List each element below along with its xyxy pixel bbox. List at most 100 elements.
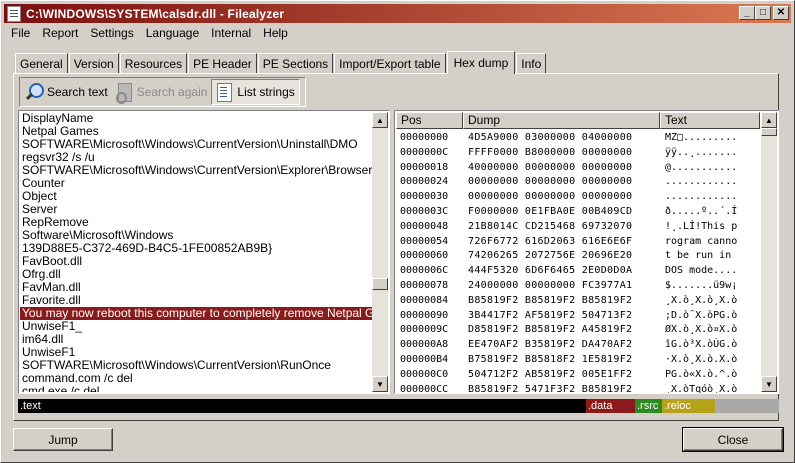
string-item[interactable]: Server	[20, 203, 372, 216]
hex-row[interactable]: 0000009C D85819F2 B85819F2 A45819F2 ØX.ò¸X…	[396, 323, 760, 338]
hex-dump-cell: 444F5320 6D6F6465 2E0D0D0A	[468, 265, 633, 277]
string-item[interactable]: FavMan.dll	[20, 281, 372, 294]
hex-pos-cell: 00000048	[400, 220, 449, 232]
string-item[interactable]: SOFTWARE\Microsoft\Windows\CurrentVersio…	[20, 164, 372, 177]
section-segment[interactable]: .reloc	[662, 399, 715, 413]
strings-list-box[interactable]: DisplayName Netpal Games SOFTWARE\Microsof…	[18, 110, 390, 394]
section-segment[interactable]: .text	[18, 399, 586, 413]
scroll-down-button[interactable]: ▼	[761, 376, 777, 392]
menu-file[interactable]: File	[5, 26, 36, 40]
string-item[interactable]: Favorite.dll	[20, 294, 372, 307]
minimize-button[interactable]: _	[739, 6, 755, 20]
hex-row[interactable]: 000000CC B85819F2 5471F3F2 B85819F2 ¸X.òTq…	[396, 383, 760, 393]
hex-row[interactable]: 00000048 21B8014C CD215468 69732070 !¸.LÍ!…	[396, 220, 760, 235]
hex-row[interactable]: 00000054 726F6772 616D2063 616E6E6F rogram…	[396, 235, 760, 250]
hex-view[interactable]: Pos Dump Text 00000000 4D5A9000 03000000 …	[394, 110, 779, 394]
scroll-thumb[interactable]	[761, 128, 777, 136]
hex-row[interactable]: 000000A8 EE470AF2 B35819F2 DA470AF2 îG.ò³X…	[396, 338, 760, 353]
hex-scrollbar[interactable]: ▲ ▼	[761, 112, 777, 392]
title-bar[interactable]: C:\WINDOWS\SYSTEM\calsdr.dll - Filealyze…	[4, 4, 791, 23]
column-header-pos[interactable]: Pos	[396, 112, 463, 129]
menu-language[interactable]: Language	[140, 26, 205, 40]
list-icon	[214, 82, 234, 102]
hex-row[interactable]: 00000078 24000000 00000000 FC3977A1 $.....…	[396, 279, 760, 294]
string-item[interactable]: Software\Microsoft\Windows	[20, 229, 372, 242]
section-segment[interactable]: .rsrc	[635, 399, 662, 413]
tab-pe-header[interactable]: PE Header	[188, 53, 257, 73]
hex-text-cell: ·X.ò¸X.ò.X.ò	[665, 353, 738, 365]
hex-rows[interactable]: 00000000 4D5A9000 03000000 04000000 MZ□...…	[396, 131, 760, 393]
list-strings-button[interactable]: List strings	[211, 79, 300, 105]
hex-row[interactable]: 0000006C 444F5320 6D6F6465 2E0D0D0A DOS mo…	[396, 264, 760, 279]
tab-pe-sections[interactable]: PE Sections	[257, 53, 334, 73]
hex-row[interactable]: 00000084 B85819F2 B85819F2 B85819F2 ¸X.ò¸X…	[396, 294, 760, 309]
string-item[interactable]: 139D88E5-C372-469D-B4C5-1FE00852AB9B}	[20, 242, 372, 255]
hex-row[interactable]: 000000B4 B75819F2 B85818F2 1E5819F2 ·X.ò¸X…	[396, 353, 760, 368]
hex-row[interactable]: 000000C0 504712F2 AB5819F2 005E1FF2 PG.ò«X…	[396, 368, 760, 383]
tab-version[interactable]: Version	[68, 53, 119, 73]
string-item[interactable]: regsvr32 /s /u	[20, 151, 372, 164]
scroll-thumb[interactable]	[372, 278, 388, 290]
tab-import-export[interactable]: Import/Export table	[334, 53, 446, 73]
string-item[interactable]: FavBoot.dll	[20, 255, 372, 268]
hex-row[interactable]: 00000090 3B4417F2 AF5819F2 504713F2 ;D.ò¯X…	[396, 309, 760, 324]
hex-dump-cell: B85819F2 5471F3F2 B85819F2	[468, 383, 633, 393]
scroll-up-button[interactable]: ▲	[372, 112, 388, 128]
document-icon	[7, 5, 21, 22]
close-button[interactable]: Close	[682, 427, 784, 452]
string-item[interactable]: command.com /c del	[20, 372, 372, 385]
hex-row[interactable]: 0000000C FFFF0000 B8000000 00000000 ÿÿ..¸.…	[396, 146, 760, 161]
hex-row[interactable]: 00000060 74206265 2072756E 20696E20 t be r…	[396, 249, 760, 264]
string-item[interactable]: Netpal Games	[20, 125, 372, 138]
hex-pos-cell: 00000018	[400, 161, 449, 173]
string-item[interactable]: UnwiseF1	[20, 346, 372, 359]
tab-hex-dump[interactable]: Hex dump	[446, 51, 516, 74]
hex-text-cell: rogram canno	[665, 235, 738, 247]
scroll-down-button[interactable]: ▼	[372, 376, 388, 392]
hex-text-cell: ............	[665, 176, 738, 188]
menu-report[interactable]: Report	[36, 26, 84, 40]
string-item[interactable]: Ofrg.dll	[20, 268, 372, 281]
menu-internal[interactable]: Internal	[205, 26, 257, 40]
string-item[interactable]: cmd.exe /c del	[20, 385, 372, 392]
menu-help[interactable]: Help	[257, 26, 294, 40]
close-window-button[interactable]: ✕	[773, 6, 789, 20]
search-again-button[interactable]: Search again	[112, 79, 212, 105]
hex-row[interactable]: 00000018 40000000 00000000 00000000 @.....…	[396, 161, 760, 176]
string-item[interactable]: You may now reboot this computer to comp…	[20, 307, 372, 320]
hex-dump-cell: 4D5A9000 03000000 04000000	[468, 132, 633, 143]
hex-row[interactable]: 00000030 00000000 00000000 00000000......…	[396, 190, 760, 205]
string-item[interactable]: UnwiseF1_	[20, 320, 372, 333]
string-item[interactable]: Object	[20, 190, 372, 203]
hex-row[interactable]: 00000024 00000000 00000000 00000000......…	[396, 175, 760, 190]
string-item[interactable]: SOFTWARE\Microsoft\Windows\CurrentVersio…	[20, 359, 372, 372]
string-item[interactable]: RepRemove	[20, 216, 372, 229]
column-header-dump[interactable]: Dump	[463, 112, 660, 129]
tab-resources[interactable]: Resources	[119, 53, 188, 73]
string-item[interactable]: im64.dll	[20, 333, 372, 346]
strings-scrollbar[interactable]: ▲ ▼	[372, 112, 388, 392]
hex-dump-cell: 40000000 00000000 00000000	[468, 161, 633, 173]
string-item[interactable]: DisplayName	[20, 112, 372, 125]
hex-row[interactable]: 0000003C F0000000 0E1FBA0E 00B409CD ð.....…	[396, 205, 760, 220]
menu-settings[interactable]: Settings	[84, 26, 139, 40]
search-text-button[interactable]: Search text	[22, 79, 112, 105]
hex-text-cell: ¸X.ò¸X.ò¸X.ò	[665, 294, 738, 306]
section-segment[interactable]: .data	[586, 399, 635, 413]
column-header-text[interactable]: Text	[660, 112, 760, 129]
strings-list[interactable]: DisplayName Netpal Games SOFTWARE\Microsof…	[20, 112, 372, 392]
hex-pos-cell: 0000006C	[400, 265, 449, 277]
jump-button[interactable]: Jump	[13, 428, 113, 451]
hex-pos-cell: 0000003C	[400, 205, 449, 217]
hex-dump-cell: EE470AF2 B35819F2 DA470AF2	[468, 339, 633, 351]
tab-info[interactable]: Info	[516, 53, 547, 73]
hex-dump-cell: 21B8014C CD215468 69732070	[468, 220, 633, 232]
string-item[interactable]: Counter	[20, 177, 372, 190]
hex-row[interactable]: 00000000 4D5A9000 03000000 04000000 MZ□...…	[396, 131, 760, 146]
string-item[interactable]: SOFTWARE\Microsoft\Windows\CurrentVersio…	[20, 138, 372, 151]
tab-general[interactable]: General	[15, 53, 68, 73]
section-segment[interactable]	[715, 399, 779, 413]
scroll-up-button[interactable]: ▲	[761, 112, 777, 128]
sections-bar[interactable]: .text .data .rsrc .reloc	[18, 399, 779, 413]
maximize-button[interactable]: □	[755, 6, 771, 20]
